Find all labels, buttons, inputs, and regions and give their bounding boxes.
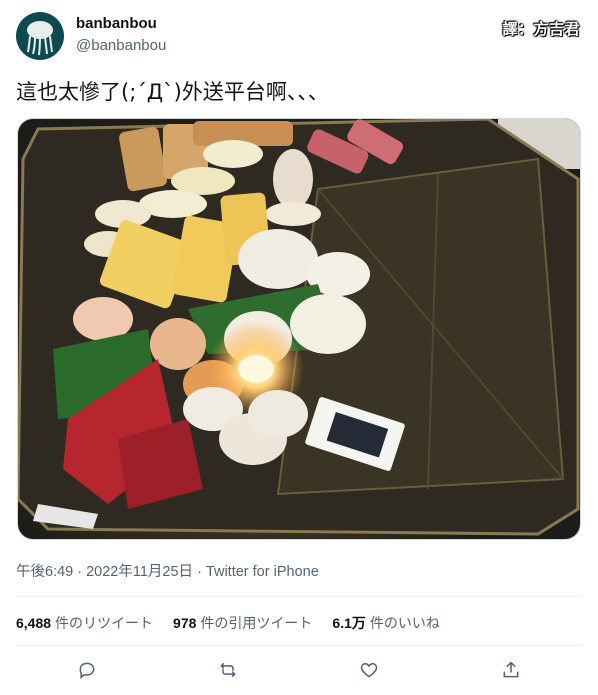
display-name[interactable]: banbanbou bbox=[76, 15, 157, 32]
retweet-count: 6,488 bbox=[16, 615, 52, 631]
sushi-tray-photo bbox=[18, 119, 580, 539]
like-count: 6.1万 bbox=[332, 615, 366, 631]
reply-icon bbox=[79, 662, 95, 680]
share-icon bbox=[503, 661, 519, 678]
retweet-icon bbox=[220, 662, 236, 678]
like-button[interactable] bbox=[354, 655, 384, 685]
reply-button[interactable] bbox=[72, 655, 102, 685]
divider bbox=[16, 596, 582, 597]
retweet-stat[interactable]: 6,488 件のリツイート bbox=[16, 613, 153, 633]
engagement-stats: 6,488 件のリツイート 978 件の引用ツイート 6.1万 件のいいね bbox=[16, 613, 440, 633]
quote-label: 件の引用ツイート bbox=[200, 615, 313, 631]
retweet-button[interactable] bbox=[213, 655, 243, 685]
quote-stat[interactable]: 978 件の引用ツイート bbox=[173, 613, 312, 633]
user-handle[interactable]: @banbanbou bbox=[76, 37, 166, 54]
quote-count: 978 bbox=[173, 615, 197, 631]
divider bbox=[16, 645, 582, 646]
heart-icon bbox=[360, 662, 378, 678]
avatar[interactable] bbox=[16, 12, 64, 60]
like-stat[interactable]: 6.1万 件のいいね bbox=[332, 613, 439, 633]
tweet-timestamp[interactable]: 午後6:49 · 2022年11月25日 · Twitter for iPhon… bbox=[16, 560, 319, 581]
retweet-label: 件のリツイート bbox=[55, 615, 154, 631]
share-button[interactable] bbox=[496, 655, 526, 685]
action-bar bbox=[0, 655, 598, 685]
translator-watermark: 譯：方吉君 bbox=[502, 21, 580, 38]
like-label: 件のいいね bbox=[369, 615, 440, 631]
jellyfish-icon bbox=[27, 21, 53, 56]
tweet-text: 這也太慘了(;´Д`)外送平台啊、、、 bbox=[16, 80, 329, 104]
tweet-photo[interactable] bbox=[17, 118, 581, 540]
